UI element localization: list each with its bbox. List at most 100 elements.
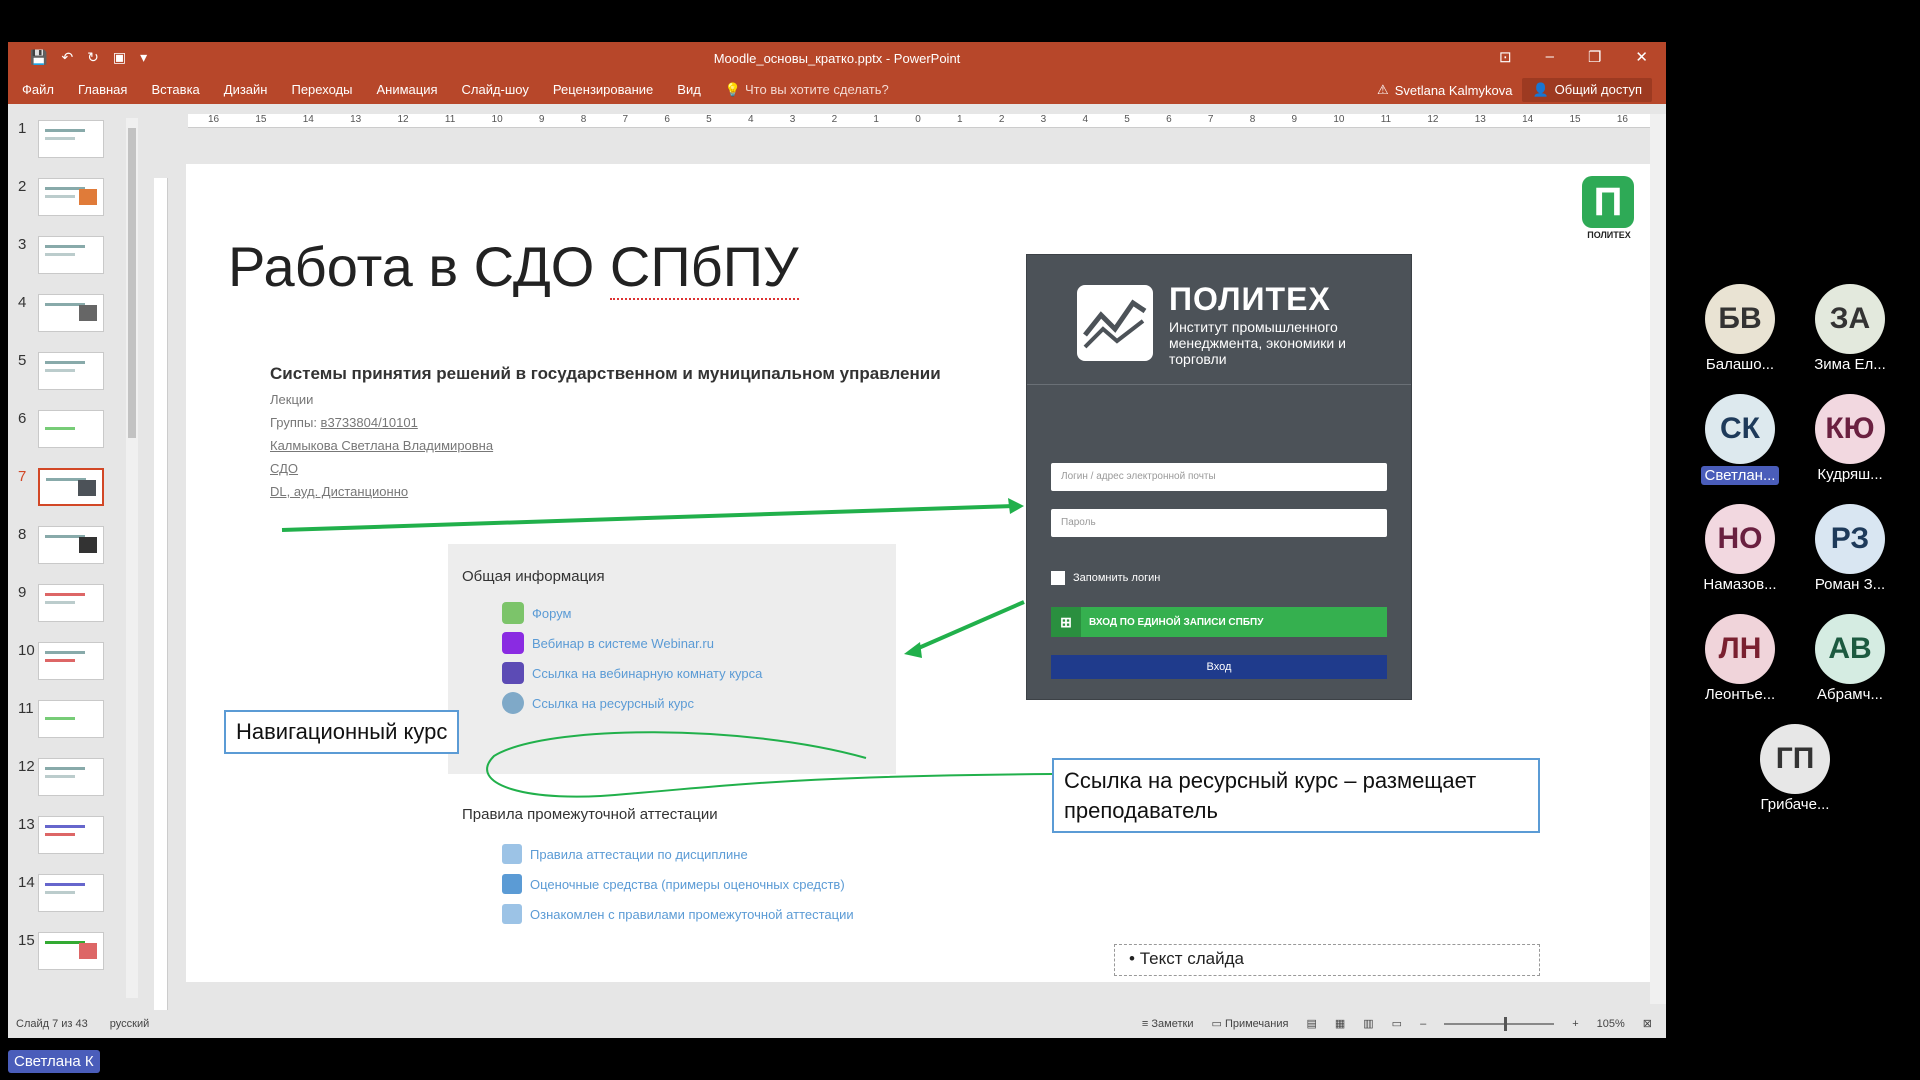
thumbnail-item[interactable]: 15	[8, 932, 128, 978]
restore-icon[interactable]: ❐	[1588, 48, 1601, 66]
tab-slideshow[interactable]: Слайд-шоу	[462, 82, 529, 98]
thumbnail-slide[interactable]	[38, 120, 104, 158]
tab-insert[interactable]: Вставка	[151, 82, 199, 98]
reading-view-icon[interactable]: ▥	[1363, 1017, 1373, 1030]
course-info-screenshot: Системы принятия решений в государственн…	[270, 364, 990, 499]
ruler-number: 0	[915, 114, 921, 125]
zoom-slider[interactable]	[1444, 1016, 1555, 1031]
participant-tile[interactable]: ЗА Зима Ел...	[1795, 284, 1905, 373]
ruler-number: 6	[664, 114, 670, 125]
participant-tile[interactable]: ЛН Леонтье...	[1685, 614, 1795, 703]
participant-name: Светлан...	[1700, 466, 1780, 485]
comments-button[interactable]: ▭ Примечания	[1211, 1017, 1288, 1030]
thumbnail-item[interactable]: 2	[8, 178, 128, 224]
slide-text-placeholder[interactable]: • Текст слайда	[1114, 944, 1540, 976]
thumbnail-item[interactable]: 9	[8, 584, 128, 630]
slideshow-view-icon[interactable]: ▭	[1392, 1017, 1402, 1030]
slide-canvas[interactable]: Работа в СДО СПбПУ П ПОЛИТЕХ Системы при…	[186, 164, 1650, 982]
zoom-in-icon[interactable]: +	[1572, 1018, 1578, 1030]
notes-button[interactable]: ≡ Заметки	[1142, 1018, 1194, 1030]
thumbnail-item[interactable]: 12	[8, 758, 128, 804]
slide-title[interactable]: Работа в СДО СПбПУ	[228, 234, 799, 300]
slide-scrollbar[interactable]	[1650, 114, 1666, 1004]
thumbnail-item[interactable]: 4	[8, 294, 128, 340]
navigation-course-label[interactable]: Навигационный курс	[224, 710, 460, 754]
normal-view-icon[interactable]: ▤	[1306, 1017, 1316, 1030]
thumbnail-item[interactable]: 5	[8, 352, 128, 398]
thumbnail-slide[interactable]	[38, 816, 104, 854]
thumbnail-item[interactable]: 1	[8, 120, 128, 166]
ruler-number: 8	[1249, 114, 1256, 125]
thumbnail-item[interactable]: 13	[8, 816, 128, 862]
participant-tile[interactable]: РЗ Роман З...	[1795, 504, 1905, 593]
forum-link: Форум	[502, 602, 572, 624]
tab-review[interactable]: Рецензирование	[553, 82, 653, 98]
thumbnail-item[interactable]: 11	[8, 700, 128, 746]
resource-course-callout[interactable]: Ссылка на ресурсный курс – размещает пре…	[1052, 758, 1540, 834]
ruler-number: 11	[444, 114, 456, 125]
tab-view[interactable]: Вид	[677, 82, 701, 98]
thumbnail-number: 8	[18, 526, 27, 543]
tab-file[interactable]: Файл	[22, 82, 54, 98]
participant-tile[interactable]: АВ Абрамч...	[1795, 614, 1905, 703]
sso-button: ⊞ ВХОД ПО ЕДИНОЙ ЗАПИСИ СПБПУ	[1051, 607, 1387, 637]
zoom-level[interactable]: 105%	[1597, 1018, 1625, 1030]
avatar: ГП	[1760, 724, 1830, 794]
minimize-icon[interactable]: –	[1546, 48, 1554, 66]
thumbnail-item-active[interactable]: 7	[8, 468, 128, 514]
close-icon[interactable]: ✕	[1635, 48, 1648, 66]
tell-me-box[interactable]: 💡 Что вы хотите сделать?	[725, 82, 889, 98]
thumbnail-item[interactable]: 10	[8, 642, 128, 688]
fit-slide-icon[interactable]: ⊠	[1643, 1017, 1652, 1030]
thumbnail-slide[interactable]	[38, 642, 104, 680]
lectures-label: Лекции	[270, 392, 314, 407]
tab-animations[interactable]: Анимация	[376, 82, 437, 98]
thumbnail-slide[interactable]	[38, 584, 104, 622]
share-button[interactable]: 👤 Общий доступ	[1522, 78, 1652, 102]
ribbon-display-icon[interactable]: ⊡	[1499, 48, 1512, 66]
thumbnail-slide[interactable]	[38, 700, 104, 738]
avatar: КЮ	[1815, 394, 1885, 464]
tab-design[interactable]: Дизайн	[224, 82, 268, 98]
thumbnail-item[interactable]: 6	[8, 410, 128, 456]
thumbnail-slide[interactable]	[38, 178, 104, 216]
lightbulb-icon: 💡	[724, 82, 742, 97]
participant-name: Грибаче...	[1760, 796, 1830, 813]
tab-home[interactable]: Главная	[78, 82, 127, 98]
rules-header: Правила промежуточной аттестации	[462, 806, 718, 823]
zoom-out-icon[interactable]: –	[1420, 1018, 1426, 1030]
participant-tile[interactable]: НО Намазов...	[1685, 504, 1795, 593]
thumbnails-scrollbar[interactable]	[126, 118, 138, 998]
tab-transitions[interactable]: Переходы	[291, 82, 352, 98]
presenter-name-tag: Светлана К	[8, 1050, 100, 1073]
webinar-link: Вебинар в системе Webinar.ru	[502, 632, 714, 654]
thumbnail-number: 9	[18, 584, 27, 601]
thumbnail-slide[interactable]	[38, 526, 104, 564]
thumbnail-number: 5	[18, 352, 27, 369]
avatar: ЛН	[1705, 614, 1775, 684]
thumbnail-item[interactable]: 14	[8, 874, 128, 920]
participant-tile[interactable]: СК Светлан...	[1685, 394, 1795, 485]
thumbnail-slide[interactable]	[38, 468, 104, 506]
thumbnail-number: 2	[18, 178, 27, 195]
thumbnail-slide[interactable]	[38, 932, 104, 970]
thumbnail-number: 3	[18, 236, 27, 253]
thumbnail-slide[interactable]	[38, 410, 104, 448]
user-account[interactable]: ⚠ Svetlana Kalmykova	[1377, 82, 1512, 98]
thumbnail-slide[interactable]	[38, 874, 104, 912]
thumbnail-item[interactable]: 3	[8, 236, 128, 282]
language-indicator[interactable]: русский	[110, 1018, 149, 1030]
thumbnail-slide[interactable]	[38, 294, 104, 332]
teams-icon	[502, 662, 524, 684]
thumbnail-slide[interactable]	[38, 236, 104, 274]
powerpoint-window: 💾 ↶ ↻ ▣ ▾ Moodle_основы_кратко.pptx - Po…	[8, 42, 1666, 1038]
ruler-number: 11	[1380, 114, 1392, 125]
participant-tile[interactable]: КЮ Кудряш...	[1795, 394, 1905, 483]
thumbnail-slide[interactable]	[38, 352, 104, 390]
ruler-number: 14	[1522, 114, 1534, 125]
participant-tile[interactable]: ГП Грибаче...	[1740, 724, 1850, 813]
thumbnail-slide[interactable]	[38, 758, 104, 796]
thumbnail-item[interactable]: 8	[8, 526, 128, 572]
participant-tile[interactable]: БВ Балашо...	[1685, 284, 1795, 373]
slide-sorter-icon[interactable]: ▦	[1335, 1017, 1345, 1030]
